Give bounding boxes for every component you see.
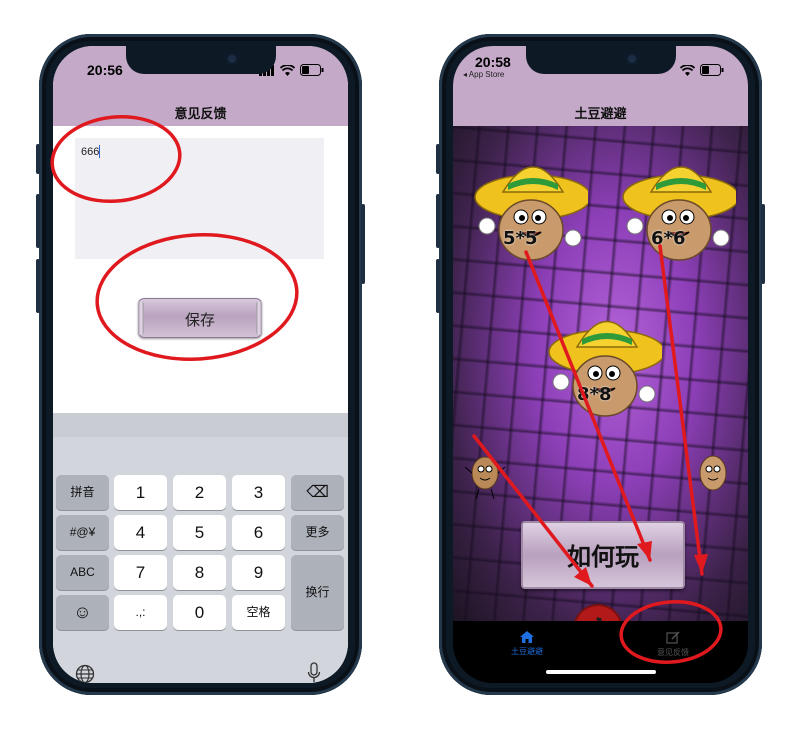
notch (525, 46, 676, 74)
save-button[interactable]: 保存 (138, 298, 262, 338)
how-to-play-label: 如何玩 (567, 544, 639, 571)
small-potato-right-icon (699, 455, 727, 491)
backspace-key[interactable]: ⌫ (291, 475, 344, 510)
key-2[interactable]: 2 (173, 475, 226, 510)
left-phone-frame: 20:56 意见反馈 666 保存 拼音 1 2 3 ⌫ #@¥ 4 5 6 更… (36, 34, 365, 695)
level-8x8-button[interactable]: 8*8 (537, 294, 666, 419)
keyboard-candidate-strip (53, 413, 348, 437)
feedback-text: 666 (81, 146, 100, 158)
small-potato-left-icon (464, 456, 506, 500)
home-indicator (545, 670, 656, 674)
level-6x6-button[interactable]: 6*6 (611, 142, 740, 262)
keyboard: 拼音 1 2 3 ⌫ #@¥ 4 5 6 更多 ABC 7 8 9 换行 ☺ .… (53, 413, 348, 683)
key-8[interactable]: 8 (173, 555, 226, 590)
battery-icon (700, 64, 724, 76)
return-key[interactable]: 换行 (291, 555, 344, 630)
status-time: 20:58 (475, 54, 511, 70)
key-more[interactable]: 更多 (291, 515, 344, 550)
tab-bar: 土豆避避 意见反馈 (453, 621, 748, 683)
key-5[interactable]: 5 (173, 515, 226, 550)
key-1[interactable]: 1 (114, 475, 167, 510)
key-0[interactable]: 0 (173, 595, 226, 630)
back-to-app-store-link[interactable]: ◂ App Store (463, 70, 504, 79)
home-icon (520, 631, 534, 643)
key-6[interactable]: 6 (232, 515, 285, 550)
level-5x5-button[interactable]: 5*5 (463, 142, 592, 262)
key-9[interactable]: 9 (232, 555, 285, 590)
left-screen: 20:56 意见反馈 666 保存 拼音 1 2 3 ⌫ #@¥ 4 5 6 更… (53, 46, 348, 683)
tab-potato-dodge[interactable]: 土豆避避 (497, 631, 557, 657)
level-8x8-label: 8*8 (577, 384, 612, 405)
text-caret (99, 145, 100, 158)
key-punctuation[interactable]: .,: (114, 595, 167, 630)
page-title: 意见反馈 (174, 106, 227, 121)
battery-icon (300, 64, 324, 76)
microphone-icon[interactable] (307, 662, 321, 683)
game-background: 5*5 6*6 8*8 如何玩 (453, 126, 748, 652)
wifi-icon (680, 64, 695, 76)
tab-potato-dodge-label: 土豆避避 (511, 647, 543, 656)
edit-icon (666, 631, 680, 644)
tab-feedback-label: 意见反馈 (657, 648, 689, 657)
level-5x5-label: 5*5 (503, 228, 538, 249)
wifi-icon (280, 64, 295, 76)
feedback-textarea[interactable]: 666 (75, 138, 324, 259)
key-7[interactable]: 7 (114, 555, 167, 590)
status-time: 20:56 (87, 62, 123, 78)
keyboard-bottom-bar (53, 656, 348, 683)
right-screen: 20:58 ◂ App Store 土豆避避 5*5 6*6 8*8 如何玩 土… (453, 46, 748, 683)
notch (125, 46, 276, 74)
tab-feedback[interactable]: 意见反馈 (643, 631, 703, 658)
page-title: 土豆避避 (574, 106, 627, 121)
key-4[interactable]: 4 (114, 515, 167, 550)
key-pinyin[interactable]: 拼音 (56, 475, 109, 510)
key-3[interactable]: 3 (232, 475, 285, 510)
right-phone-frame: 20:58 ◂ App Store 土豆避避 5*5 6*6 8*8 如何玩 土… (436, 34, 765, 695)
key-emoji[interactable]: ☺ (56, 595, 109, 630)
space-key[interactable]: 空格 (232, 595, 285, 630)
key-symbols[interactable]: #@¥ (56, 515, 109, 550)
level-6x6-label: 6*6 (651, 228, 686, 249)
how-to-play-button[interactable]: 如何玩 (521, 521, 685, 589)
globe-icon[interactable] (75, 664, 95, 683)
save-button-label: 保存 (184, 312, 215, 329)
key-abc[interactable]: ABC (56, 555, 109, 590)
